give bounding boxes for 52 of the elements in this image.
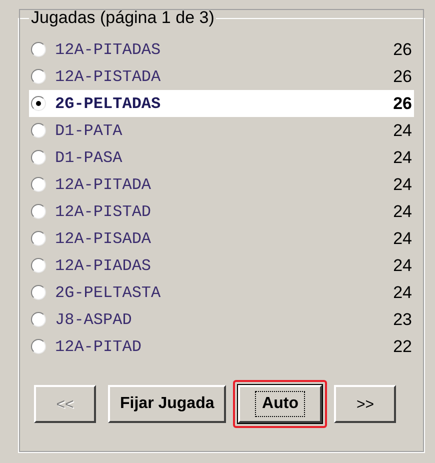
play-row[interactable]: 12A-PISTADA 26 [29, 63, 414, 90]
radio-button[interactable] [31, 285, 46, 300]
play-score: 26 [393, 94, 413, 114]
play-word: J8-ASPAD [55, 310, 133, 328]
radio-button[interactable] [31, 123, 46, 138]
push-button[interactable]: Auto [238, 385, 322, 423]
play-score: 24 [393, 202, 413, 222]
play-score: 26 [393, 40, 413, 60]
play-score: 24 [393, 256, 413, 276]
play-row[interactable]: 12A-PISTAD 24 [29, 198, 414, 225]
play-row[interactable]: 2G-PELTADAS 26 [29, 90, 414, 117]
push-button[interactable]: >> [334, 385, 396, 423]
play-row[interactable]: 12A-PITADA 24 [29, 171, 414, 198]
play-score: 23 [393, 310, 413, 330]
play-score: 26 [393, 66, 413, 86]
play-score: 24 [393, 174, 413, 194]
play-row[interactable]: 12A-PITADAS 26 [29, 36, 414, 63]
radio-button[interactable] [31, 339, 46, 354]
play-word: 12A-PITADAS [55, 40, 162, 58]
play-row[interactable]: 12A-PIADAS 24 [29, 252, 414, 279]
radio-button[interactable] [31, 204, 46, 219]
play-score: 24 [393, 148, 413, 168]
play-score: 24 [393, 228, 413, 248]
play-row[interactable]: D1-PATA 24 [29, 117, 414, 144]
radio-button[interactable] [31, 69, 46, 84]
play-word: 12A-PITAD [55, 338, 142, 356]
play-score: 24 [393, 120, 413, 140]
play-row[interactable]: 2G-PELTASTA 24 [29, 279, 414, 306]
radio-button[interactable] [31, 177, 46, 192]
play-word: 12A-PISADA [55, 230, 152, 248]
radio-button[interactable] [31, 258, 46, 273]
play-word: D1-PATA [55, 122, 124, 140]
play-word: 2G-PELTASTA [55, 284, 162, 302]
play-word: 12A-PISTAD [55, 202, 152, 220]
play-word: 12A-PISTADA [55, 68, 162, 86]
play-score: 24 [393, 282, 413, 302]
radio-button[interactable] [31, 42, 46, 57]
radio-button[interactable] [31, 312, 46, 327]
play-row[interactable]: 12A-PISADA 24 [29, 225, 414, 252]
group-title: Jugadas (página 1 de 3) [29, 8, 216, 28]
play-score: 22 [393, 336, 413, 356]
play-word: 12A-PIADAS [55, 256, 152, 274]
play-word: 12A-PITADA [55, 176, 152, 194]
play-row[interactable]: J8-ASPAD 23 [29, 306, 414, 333]
play-row[interactable]: 12A-PITAD 22 [29, 333, 414, 360]
radio-button[interactable] [31, 231, 46, 246]
play-word: D1-PASA [55, 148, 124, 166]
push-button[interactable]: Fijar Jugada [108, 385, 226, 423]
radio-button[interactable] [31, 150, 46, 165]
radio-button[interactable] [31, 96, 46, 111]
play-word: 2G-PELTADAS [55, 94, 162, 112]
play-row[interactable]: D1-PASA 24 [29, 144, 414, 171]
